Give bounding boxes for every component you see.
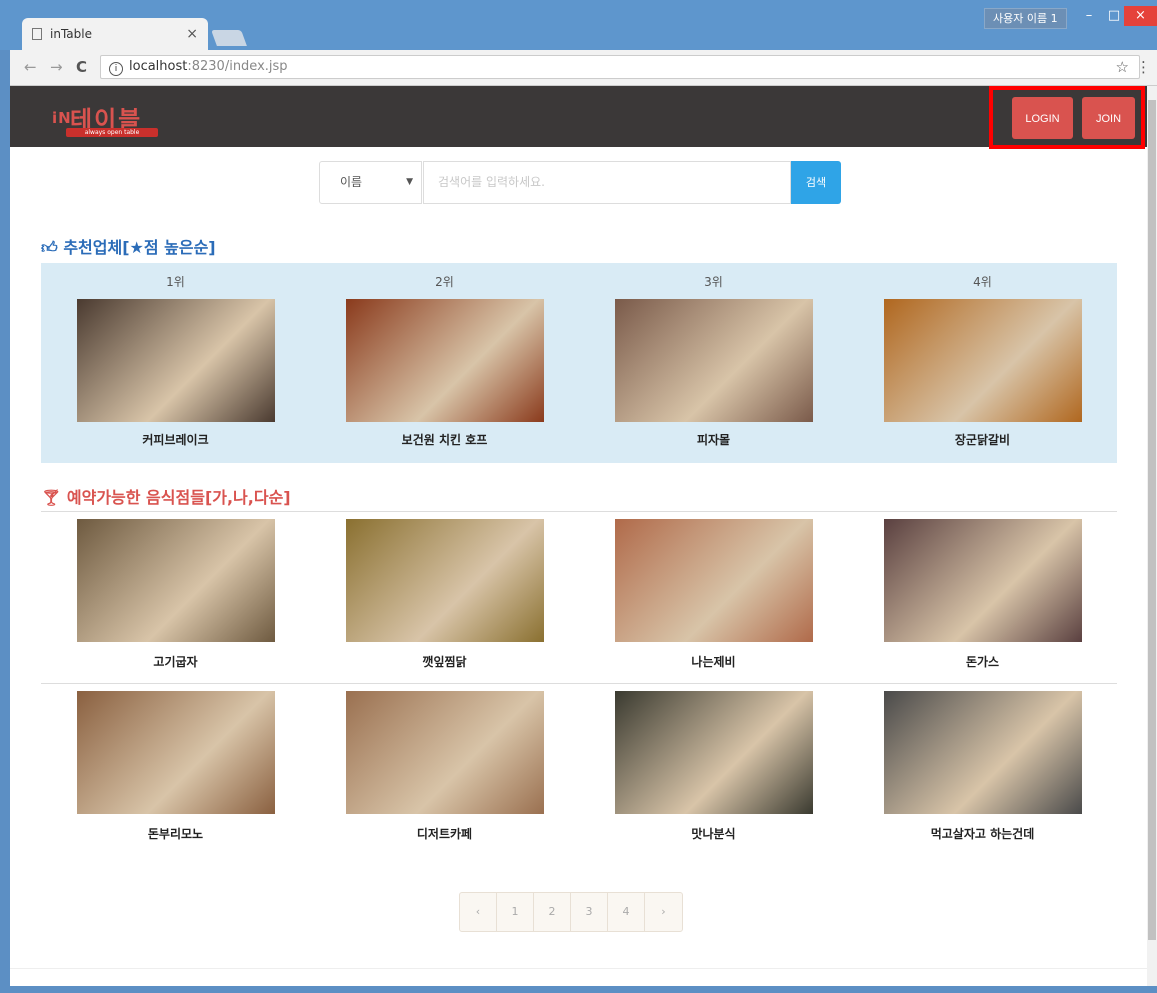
info-icon[interactable]: i — [109, 62, 123, 76]
restaurant-card[interactable]: 디저트카페 — [310, 691, 579, 851]
search-input[interactable]: 검색어를 입력하세요. — [423, 161, 791, 204]
forward-icon[interactable]: → — [50, 58, 63, 76]
url-host: localhost — [129, 59, 188, 74]
browser-toolbar: ← → C i localhost:8230/index.jsp ☆ ⋮ — [10, 50, 1157, 86]
browser-title-bar: inTable × 사용자 이름 1 – □ × — [0, 0, 1157, 50]
page-number-button[interactable]: 3 — [571, 893, 608, 931]
page-prev-icon[interactable]: ‹ — [460, 893, 497, 931]
recommended-title-text: 추천업체[★점 높은순] — [63, 238, 216, 257]
minimize-icon[interactable]: – — [1075, 6, 1103, 26]
reservable-section-title: 🍸︎ 예약가능한 음식점들[가,나,다순] — [41, 484, 291, 508]
restaurant-card[interactable]: 3위피자몰 — [579, 263, 848, 463]
rank-label: 4위 — [973, 275, 992, 289]
logo-tagline: always open table — [66, 128, 158, 137]
rank-label: 3위 — [704, 275, 723, 289]
restaurant-photo[interactable] — [77, 519, 275, 642]
restaurant-photo[interactable] — [884, 299, 1082, 422]
restaurant-name[interactable]: 먹고살자고 하는건데 — [848, 825, 1117, 842]
page-number-button[interactable]: 2 — [534, 893, 571, 931]
tab-close-icon[interactable]: × — [186, 26, 198, 42]
url-path: :8230/index.jsp — [187, 59, 288, 74]
restaurant-name[interactable]: 나는제비 — [579, 653, 848, 670]
bookmark-star-icon[interactable]: ☆ — [1116, 56, 1129, 78]
restaurant-row-2: 돈부리모노 디저트카페 맛나분식 먹고살자고 하는건데 — [41, 691, 1117, 851]
back-icon[interactable]: ← — [24, 58, 37, 76]
restaurant-row-1: 고기굽자 깻잎찜닭 나는제비 돈가스 — [41, 519, 1117, 679]
reservable-title-text: 예약가능한 음식점들[가,나,다순] — [66, 488, 291, 507]
recommended-grid: 1위 커피브레이크 2위 보건원 치킨 호프 3위 피자몰 4위 장군닭갈비 — [41, 263, 1117, 463]
restaurant-photo[interactable] — [77, 691, 275, 814]
restaurant-card[interactable]: 먹고살자고 하는건데 — [848, 691, 1117, 851]
search-type-select[interactable]: 이름 ▼ — [319, 161, 422, 204]
row-divider — [41, 683, 1117, 684]
restaurant-card[interactable]: 맛나분식 — [579, 691, 848, 851]
search-button[interactable]: 검색 — [791, 161, 841, 204]
window-bottom-edge — [0, 986, 1157, 993]
page-next-icon[interactable]: › — [645, 893, 682, 931]
restaurant-name[interactable]: 디저트카페 — [310, 825, 579, 842]
restaurant-photo[interactable] — [615, 299, 813, 422]
restaurant-name[interactable]: 보건원 치킨 호프 — [310, 431, 579, 448]
restaurant-name[interactable]: 돈부리모노 — [41, 825, 310, 842]
join-button[interactable]: JOIN — [1082, 97, 1135, 139]
cocktail-icon: 🍸︎ — [41, 488, 62, 507]
restaurant-card[interactable]: 깻잎찜닭 — [310, 519, 579, 679]
rank-label: 2위 — [435, 275, 454, 289]
restaurant-name[interactable]: 고기굽자 — [41, 653, 310, 670]
site-logo[interactable]: iN 테이블 always open table — [52, 96, 158, 138]
restaurant-name[interactable]: 맛나분식 — [579, 825, 848, 842]
logo-small-text: iN — [52, 109, 72, 127]
page-number-button[interactable]: 4 — [608, 893, 645, 931]
rank-label: 1위 — [166, 275, 185, 289]
browser-tab[interactable]: inTable × — [22, 18, 208, 50]
restaurant-name[interactable]: 돈가스 — [848, 653, 1117, 670]
browser-menu-icon[interactable]: ⋮ — [1136, 58, 1151, 76]
reload-icon[interactable]: C — [76, 58, 87, 76]
page-scrollbar[interactable] — [1147, 86, 1157, 986]
restaurant-photo[interactable] — [615, 691, 813, 814]
auth-buttons-highlight: LOGIN JOIN — [989, 86, 1145, 149]
restaurant-card[interactable]: 4위장군닭갈비 — [848, 263, 1117, 463]
page-viewport: iN 테이블 always open table LOGIN JOIN 이름 ▼ … — [10, 86, 1147, 986]
pagination: ‹ 1 2 3 4 › — [459, 892, 683, 932]
restaurant-name[interactable]: 장군닭갈비 — [848, 431, 1117, 448]
restaurant-photo[interactable] — [77, 299, 275, 422]
restaurant-card[interactable]: 고기굽자 — [41, 519, 310, 679]
tab-title: inTable — [50, 27, 92, 41]
recommended-section-title: 👍︎ 추천업체[★점 높은순] — [41, 234, 216, 258]
page-number-button[interactable]: 1 — [497, 893, 534, 931]
thumbs-up-icon: 👍︎ — [41, 238, 58, 257]
scrollbar-thumb[interactable] — [1148, 100, 1156, 940]
restaurant-photo[interactable] — [615, 519, 813, 642]
site-header: iN 테이블 always open table LOGIN JOIN — [10, 86, 1147, 149]
restaurant-card[interactable]: 돈가스 — [848, 519, 1117, 679]
search-type-value: 이름 — [340, 175, 363, 189]
user-profile-badge[interactable]: 사용자 이름 1 — [984, 8, 1067, 29]
restaurant-name[interactable]: 피자몰 — [579, 431, 848, 448]
restaurant-card[interactable]: 나는제비 — [579, 519, 848, 679]
restaurant-name[interactable]: 커피브레이크 — [41, 431, 310, 448]
restaurant-card[interactable]: 돈부리모노 — [41, 691, 310, 851]
new-tab-button[interactable] — [211, 30, 247, 46]
restaurant-photo[interactable] — [884, 519, 1082, 642]
login-button[interactable]: LOGIN — [1012, 97, 1073, 139]
window-close-icon[interactable]: × — [1124, 6, 1157, 26]
restaurant-card[interactable]: 1위커피브레이크 — [41, 263, 310, 463]
restaurant-name[interactable]: 깻잎찜닭 — [310, 653, 579, 670]
chevron-down-icon: ▼ — [406, 177, 413, 187]
page-icon — [32, 28, 42, 40]
section-divider — [41, 511, 1117, 512]
restaurant-photo[interactable] — [346, 691, 544, 814]
url-bar[interactable]: i localhost:8230/index.jsp ☆ — [100, 55, 1140, 79]
restaurant-photo[interactable] — [346, 519, 544, 642]
footer-divider — [10, 968, 1147, 969]
restaurant-card[interactable]: 2위보건원 치킨 호프 — [310, 263, 579, 463]
restaurant-photo[interactable] — [884, 691, 1082, 814]
restaurant-photo[interactable] — [346, 299, 544, 422]
